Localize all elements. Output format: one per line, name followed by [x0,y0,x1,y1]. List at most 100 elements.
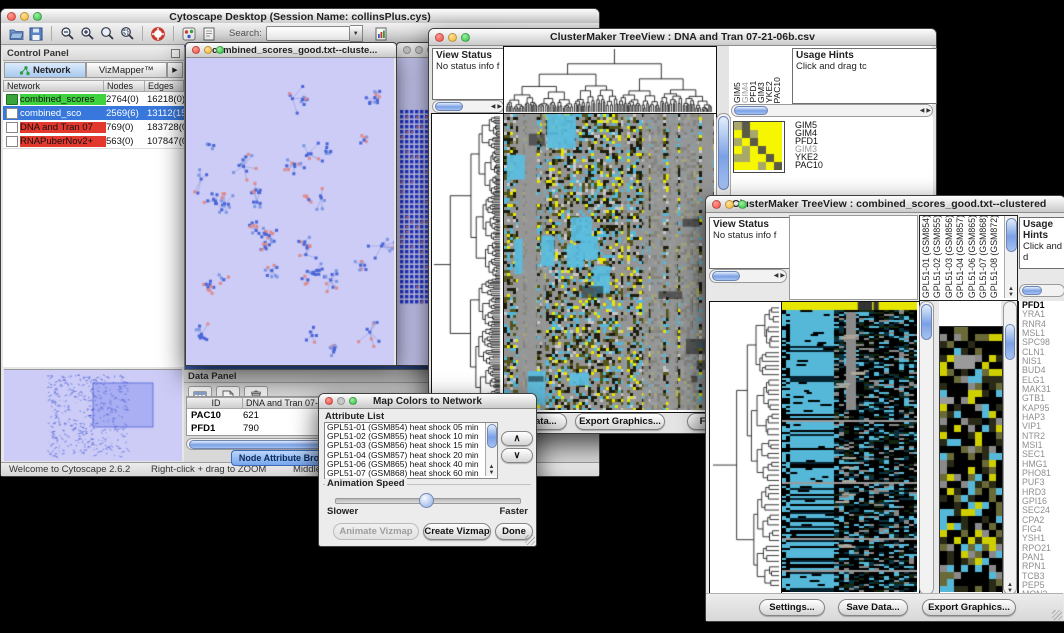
export-graphics-button[interactable]: Export Graphics... [922,599,1016,616]
search-input[interactable] [266,26,350,41]
arrow-down-icon[interactable]: ▼ [488,470,496,476]
zoom-fit-button[interactable] [97,25,117,43]
save-data-button[interactable]: Save Data... [838,599,908,616]
float-panel-icon[interactable] [171,49,180,58]
close-button[interactable] [192,46,200,54]
arrow-left-icon[interactable]: ◀ [919,108,926,114]
column-label[interactable]: GPL51-03 (GSM856) [944,215,955,298]
open-session-button[interactable] [6,25,26,43]
close-button[interactable] [403,46,411,54]
scroll-thumb[interactable] [1005,324,1015,360]
help-button[interactable] [148,25,168,43]
export-graphics-button[interactable]: Export Graphics... [575,413,665,430]
column-label[interactable]: GPL51-08 (GSM872) [989,215,1000,298]
tab-vizmapper[interactable]: VizMapper™ [86,62,168,78]
tv2-status-hscrollbar[interactable]: ◀ ▶ [709,269,787,283]
network-table-row[interactable]: combined_scores 2764(0) 16218(0) [3,92,184,106]
save-session-button[interactable] [26,25,46,43]
tv1-mini-heatmap-canvas[interactable] [734,122,782,170]
dialog-titlebar[interactable]: Map Colors to Network [319,394,536,409]
network-overview-canvas[interactable] [4,369,182,461]
zoom-button[interactable] [33,12,42,21]
arrow-right-icon[interactable]: ▶ [496,104,503,110]
network-table-row[interactable]: DNA and Tran 07 769(0) 183728(0) [3,120,184,134]
settings-button[interactable]: Settings... [759,599,825,616]
zoom-button[interactable] [738,200,747,209]
tv1-zoom-hscrollbar[interactable]: ◀ ▶ [731,104,933,117]
attribute-list-item[interactable]: GPL51-03 (GSM856) heat shock 15 min [325,441,483,450]
col-header-edges[interactable]: Edges [145,80,184,92]
resize-grip[interactable] [525,535,535,545]
network-table-row[interactable]: RNAPuberNov2+ 563(0) 107847(0) [3,134,184,148]
tv2-usage-hscrollbar[interactable] [1019,284,1064,297]
tv2-vscrollbar[interactable] [919,301,934,595]
scroll-thumb[interactable] [1006,218,1017,252]
column-label[interactable]: GIM4 [740,82,748,103]
annotation-button[interactable] [199,25,219,43]
scroll-thumb[interactable] [1022,286,1042,295]
scroll-thumb[interactable] [712,271,740,281]
attribute-list-item[interactable]: GPL51-02 (GSM855) heat shock 10 min [325,432,483,441]
column-label[interactable]: PFD1 [748,81,756,103]
zoom-button[interactable] [349,397,357,405]
tab-network[interactable]: Network [4,62,86,78]
arrow-left-icon[interactable]: ◀ [773,273,780,279]
zoom-in-button[interactable] [77,25,97,43]
tv2-collabel-scrollbar[interactable]: ▲ ▼ [1004,216,1017,298]
dp-col-id[interactable]: ID [187,397,243,409]
tv1-titlebar[interactable]: ClusterMaker TreeView : DNA and Tran 07-… [429,29,936,46]
attribute-list-item[interactable]: GPL51-06 (GSM865) heat shock 40 min [325,460,483,469]
column-label[interactable]: GPL51-01 (GSM854) [921,215,932,298]
tv2-heatmap-canvas[interactable] [782,302,917,592]
minimize-button[interactable] [204,46,212,54]
scroll-thumb[interactable] [487,424,497,448]
close-button[interactable] [325,397,333,405]
close-button[interactable] [712,200,721,209]
network-table-row[interactable]: combined_sco 2569(6) 13112(15) [3,106,184,120]
attribute-list-item[interactable]: GPL51-04 (GSM857) heat shock 20 min [325,451,483,460]
scroll-thumb[interactable] [734,106,768,115]
tv2-column-tree-area[interactable] [789,215,918,300]
vizmap-palette-button[interactable] [179,25,199,43]
network1-canvas[interactable] [186,58,394,365]
column-label[interactable]: GPL51-06 (GSM865) [967,215,978,298]
attribute-list-item[interactable]: GPL51-07 (GSM868) heat shock 60 min [325,469,483,478]
minimize-button[interactable] [448,33,457,42]
scroll-thumb[interactable] [718,116,729,190]
column-label[interactable]: GPL51-02 (GSM855) [932,215,943,298]
animate-vizmap-button[interactable]: Animate Vizmap [333,523,419,540]
tv1-heatmap-canvas[interactable] [504,114,714,410]
arrow-right-icon[interactable]: ▶ [925,108,932,114]
move-down-button[interactable]: ∨ [501,448,533,463]
tv1-row-dendrogram-canvas[interactable] [432,114,501,410]
tv1-status-hscrollbar[interactable]: ◀ ▶ [432,100,504,113]
zoom-button[interactable] [216,46,224,54]
create-vizmap-button[interactable]: Create Vizmap [423,523,491,540]
slider-thumb[interactable] [419,493,434,508]
column-label[interactable]: GPL51-07 (GSM868) [978,215,989,298]
column-label[interactable]: PAC10 [772,77,780,103]
tv2-titlebar[interactable]: ClusterMaker TreeView : combined_scores_… [706,196,1064,213]
move-up-button[interactable]: ∧ [501,431,533,446]
search-dropdown-button[interactable]: ▼ [350,25,363,42]
report-button[interactable] [371,25,391,43]
tv1-column-dendrogram-canvas[interactable] [504,47,714,113]
minimize-button[interactable] [20,12,29,21]
minimize-button[interactable] [415,46,423,54]
column-label[interactable]: GPL51-04 (GSM857) [955,215,966,298]
tab-overflow-button[interactable]: ▶ [167,62,183,78]
scroll-thumb[interactable] [921,304,932,340]
column-label[interactable]: GIM3 [756,82,764,103]
attribute-list-item[interactable]: GPL51-01 (GSM854) heat shock 05 min [325,423,483,432]
arrow-left-icon[interactable]: ◀ [490,104,497,110]
zoom-button[interactable] [461,33,470,42]
minimize-button[interactable] [337,397,345,405]
column-label[interactable]: YKE2 [764,81,772,103]
column-label[interactable]: GIM5 [732,82,740,103]
tv2-zoom-heatmap-canvas[interactable] [940,327,1002,592]
close-button[interactable] [435,33,444,42]
row-label[interactable]: PAC10 [795,161,865,169]
tv2-zoom-vscrollbar[interactable]: ▲ ▼ [1003,301,1017,595]
minimize-button[interactable] [725,200,734,209]
arrow-down-icon[interactable]: ▼ [1007,292,1015,298]
